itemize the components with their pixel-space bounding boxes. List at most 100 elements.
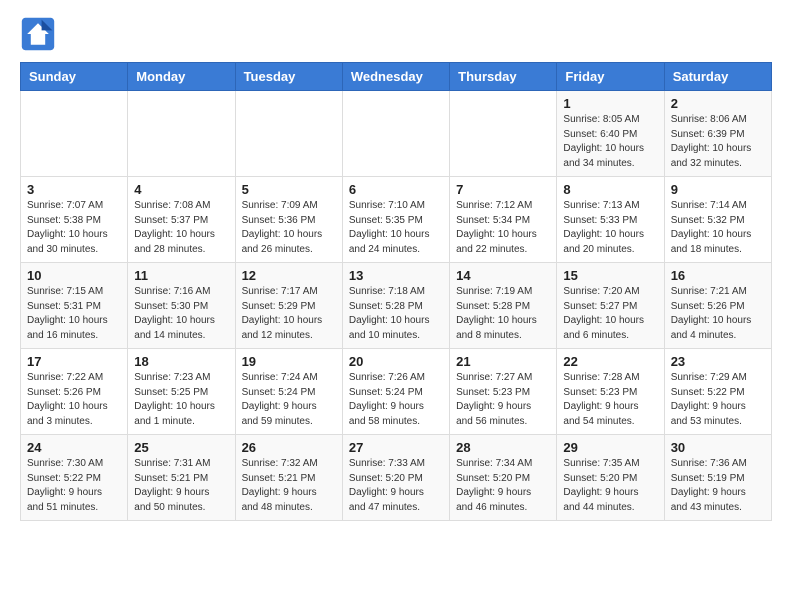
logo-icon [20,16,56,52]
day-number: 9 [671,182,765,197]
day-number: 29 [563,440,657,455]
calendar-cell: 23 Sunrise: 7:29 AM Sunset: 5:22 PM Dayli… [664,349,771,435]
day-info: Sunrise: 7:19 AM Sunset: 5:28 PM Dayligh… [456,285,550,343]
day-info: Sunrise: 7:24 AM Sunset: 5:24 PM Dayligh… [242,371,336,429]
day-info: Sunrise: 7:26 AM Sunset: 5:24 PM Dayligh… [349,371,443,429]
calendar-cell [342,91,449,177]
day-info: Sunrise: 7:27 AM Sunset: 5:23 PM Dayligh… [456,371,550,429]
weekday-header-sunday: Sunday [21,63,128,91]
day-info: Sunrise: 7:20 AM Sunset: 5:27 PM Dayligh… [563,285,657,343]
calendar-cell [235,91,342,177]
day-info: Sunrise: 8:06 AM Sunset: 6:39 PM Dayligh… [671,113,765,171]
calendar-cell: 5 Sunrise: 7:09 AM Sunset: 5:36 PM Daylig… [235,177,342,263]
day-number: 14 [456,268,550,283]
day-number: 5 [242,182,336,197]
calendar-week-3: 10Sunrise: 7:15 AM Sunset: 5:31 PM Dayli… [21,263,772,349]
calendar-cell: 3 Sunrise: 7:07 AM Sunset: 5:38 PM Daylig… [21,177,128,263]
calendar-cell [128,91,235,177]
calendar-week-2: 3 Sunrise: 7:07 AM Sunset: 5:38 PM Daylig… [21,177,772,263]
day-number: 15 [563,268,657,283]
day-number: 2 [671,96,765,111]
day-number: 11 [134,268,228,283]
day-info: Sunrise: 7:18 AM Sunset: 5:28 PM Dayligh… [349,285,443,343]
calendar-cell: 28Sunrise: 7:34 AM Sunset: 5:20 PM Dayli… [450,435,557,521]
day-info: Sunrise: 7:29 AM Sunset: 5:22 PM Dayligh… [671,371,765,429]
calendar-cell: 11 Sunrise: 7:16 AM Sunset: 5:30 PM Dayli… [128,263,235,349]
day-number: 8 [563,182,657,197]
day-number: 10 [27,268,121,283]
calendar-cell: 17 Sunrise: 7:22 AM Sunset: 5:26 PM Dayli… [21,349,128,435]
day-number: 20 [349,354,443,369]
calendar-week-1: 1 Sunrise: 8:05 AM Sunset: 6:40 PM Daylig… [21,91,772,177]
calendar-cell: 15 Sunrise: 7:20 AM Sunset: 5:27 PM Dayli… [557,263,664,349]
calendar-cell: 16Sunrise: 7:21 AM Sunset: 5:26 PM Dayli… [664,263,771,349]
calendar-cell: 9 Sunrise: 7:14 AM Sunset: 5:32 PM Daylig… [664,177,771,263]
day-info: Sunrise: 8:05 AM Sunset: 6:40 PM Dayligh… [563,113,657,171]
weekday-header-wednesday: Wednesday [342,63,449,91]
page: SundayMondayTuesdayWednesdayThursdayFrid… [0,0,792,541]
page-header [20,16,772,52]
calendar-cell: 22 Sunrise: 7:28 AM Sunset: 5:23 PM Dayli… [557,349,664,435]
calendar-week-4: 17 Sunrise: 7:22 AM Sunset: 5:26 PM Dayli… [21,349,772,435]
calendar-cell: 14 Sunrise: 7:19 AM Sunset: 5:28 PM Dayli… [450,263,557,349]
day-info: Sunrise: 7:23 AM Sunset: 5:25 PM Dayligh… [134,371,228,429]
day-number: 26 [242,440,336,455]
day-info: Sunrise: 7:13 AM Sunset: 5:33 PM Dayligh… [563,199,657,257]
day-info: Sunrise: 7:21 AM Sunset: 5:26 PM Dayligh… [671,285,765,343]
day-info: Sunrise: 7:30 AM Sunset: 5:22 PM Dayligh… [27,457,121,515]
day-number: 19 [242,354,336,369]
day-info: Sunrise: 7:09 AM Sunset: 5:36 PM Dayligh… [242,199,336,257]
calendar-cell: 1 Sunrise: 8:05 AM Sunset: 6:40 PM Daylig… [557,91,664,177]
calendar-cell: 24Sunrise: 7:30 AM Sunset: 5:22 PM Dayli… [21,435,128,521]
calendar-table: SundayMondayTuesdayWednesdayThursdayFrid… [20,62,772,521]
day-number: 28 [456,440,550,455]
day-info: Sunrise: 7:35 AM Sunset: 5:20 PM Dayligh… [563,457,657,515]
day-number: 30 [671,440,765,455]
calendar-body: 1 Sunrise: 8:05 AM Sunset: 6:40 PM Daylig… [21,91,772,521]
calendar-cell: 6Sunrise: 7:10 AM Sunset: 5:35 PM Daylig… [342,177,449,263]
calendar-cell [21,91,128,177]
weekday-header-monday: Monday [128,63,235,91]
calendar-cell: 4 Sunrise: 7:08 AM Sunset: 5:37 PM Daylig… [128,177,235,263]
day-number: 3 [27,182,121,197]
weekday-header-tuesday: Tuesday [235,63,342,91]
calendar-cell: 10Sunrise: 7:15 AM Sunset: 5:31 PM Dayli… [21,263,128,349]
day-info: Sunrise: 7:36 AM Sunset: 5:19 PM Dayligh… [671,457,765,515]
day-info: Sunrise: 7:31 AM Sunset: 5:21 PM Dayligh… [134,457,228,515]
calendar-header: SundayMondayTuesdayWednesdayThursdayFrid… [21,63,772,91]
calendar-cell: 27 Sunrise: 7:33 AM Sunset: 5:20 PM Dayli… [342,435,449,521]
day-number: 13 [349,268,443,283]
weekday-row: SundayMondayTuesdayWednesdayThursdayFrid… [21,63,772,91]
day-info: Sunrise: 7:07 AM Sunset: 5:38 PM Dayligh… [27,199,121,257]
day-info: Sunrise: 7:28 AM Sunset: 5:23 PM Dayligh… [563,371,657,429]
day-number: 27 [349,440,443,455]
day-info: Sunrise: 7:16 AM Sunset: 5:30 PM Dayligh… [134,285,228,343]
calendar-cell: 13 Sunrise: 7:18 AM Sunset: 5:28 PM Dayli… [342,263,449,349]
day-info: Sunrise: 7:22 AM Sunset: 5:26 PM Dayligh… [27,371,121,429]
day-info: Sunrise: 7:14 AM Sunset: 5:32 PM Dayligh… [671,199,765,257]
day-info: Sunrise: 7:12 AM Sunset: 5:34 PM Dayligh… [456,199,550,257]
calendar-cell: 19 Sunrise: 7:24 AM Sunset: 5:24 PM Dayli… [235,349,342,435]
day-number: 1 [563,96,657,111]
weekday-header-thursday: Thursday [450,63,557,91]
day-number: 25 [134,440,228,455]
day-number: 12 [242,268,336,283]
calendar-cell: 30 Sunrise: 7:36 AM Sunset: 5:19 PM Dayli… [664,435,771,521]
calendar-cell: 21 Sunrise: 7:27 AM Sunset: 5:23 PM Dayli… [450,349,557,435]
day-info: Sunrise: 7:08 AM Sunset: 5:37 PM Dayligh… [134,199,228,257]
day-info: Sunrise: 7:33 AM Sunset: 5:20 PM Dayligh… [349,457,443,515]
calendar-cell: 12 Sunrise: 7:17 AM Sunset: 5:29 PM Dayli… [235,263,342,349]
calendar-cell: 7Sunrise: 7:12 AM Sunset: 5:34 PM Daylig… [450,177,557,263]
day-number: 21 [456,354,550,369]
day-info: Sunrise: 7:17 AM Sunset: 5:29 PM Dayligh… [242,285,336,343]
calendar-week-5: 24Sunrise: 7:30 AM Sunset: 5:22 PM Dayli… [21,435,772,521]
day-number: 23 [671,354,765,369]
calendar-cell [450,91,557,177]
day-number: 4 [134,182,228,197]
calendar-cell: 29 Sunrise: 7:35 AM Sunset: 5:20 PM Dayli… [557,435,664,521]
calendar-cell: 8 Sunrise: 7:13 AM Sunset: 5:33 PM Daylig… [557,177,664,263]
weekday-header-saturday: Saturday [664,63,771,91]
calendar-cell: 18Sunrise: 7:23 AM Sunset: 5:25 PM Dayli… [128,349,235,435]
day-number: 17 [27,354,121,369]
day-number: 22 [563,354,657,369]
